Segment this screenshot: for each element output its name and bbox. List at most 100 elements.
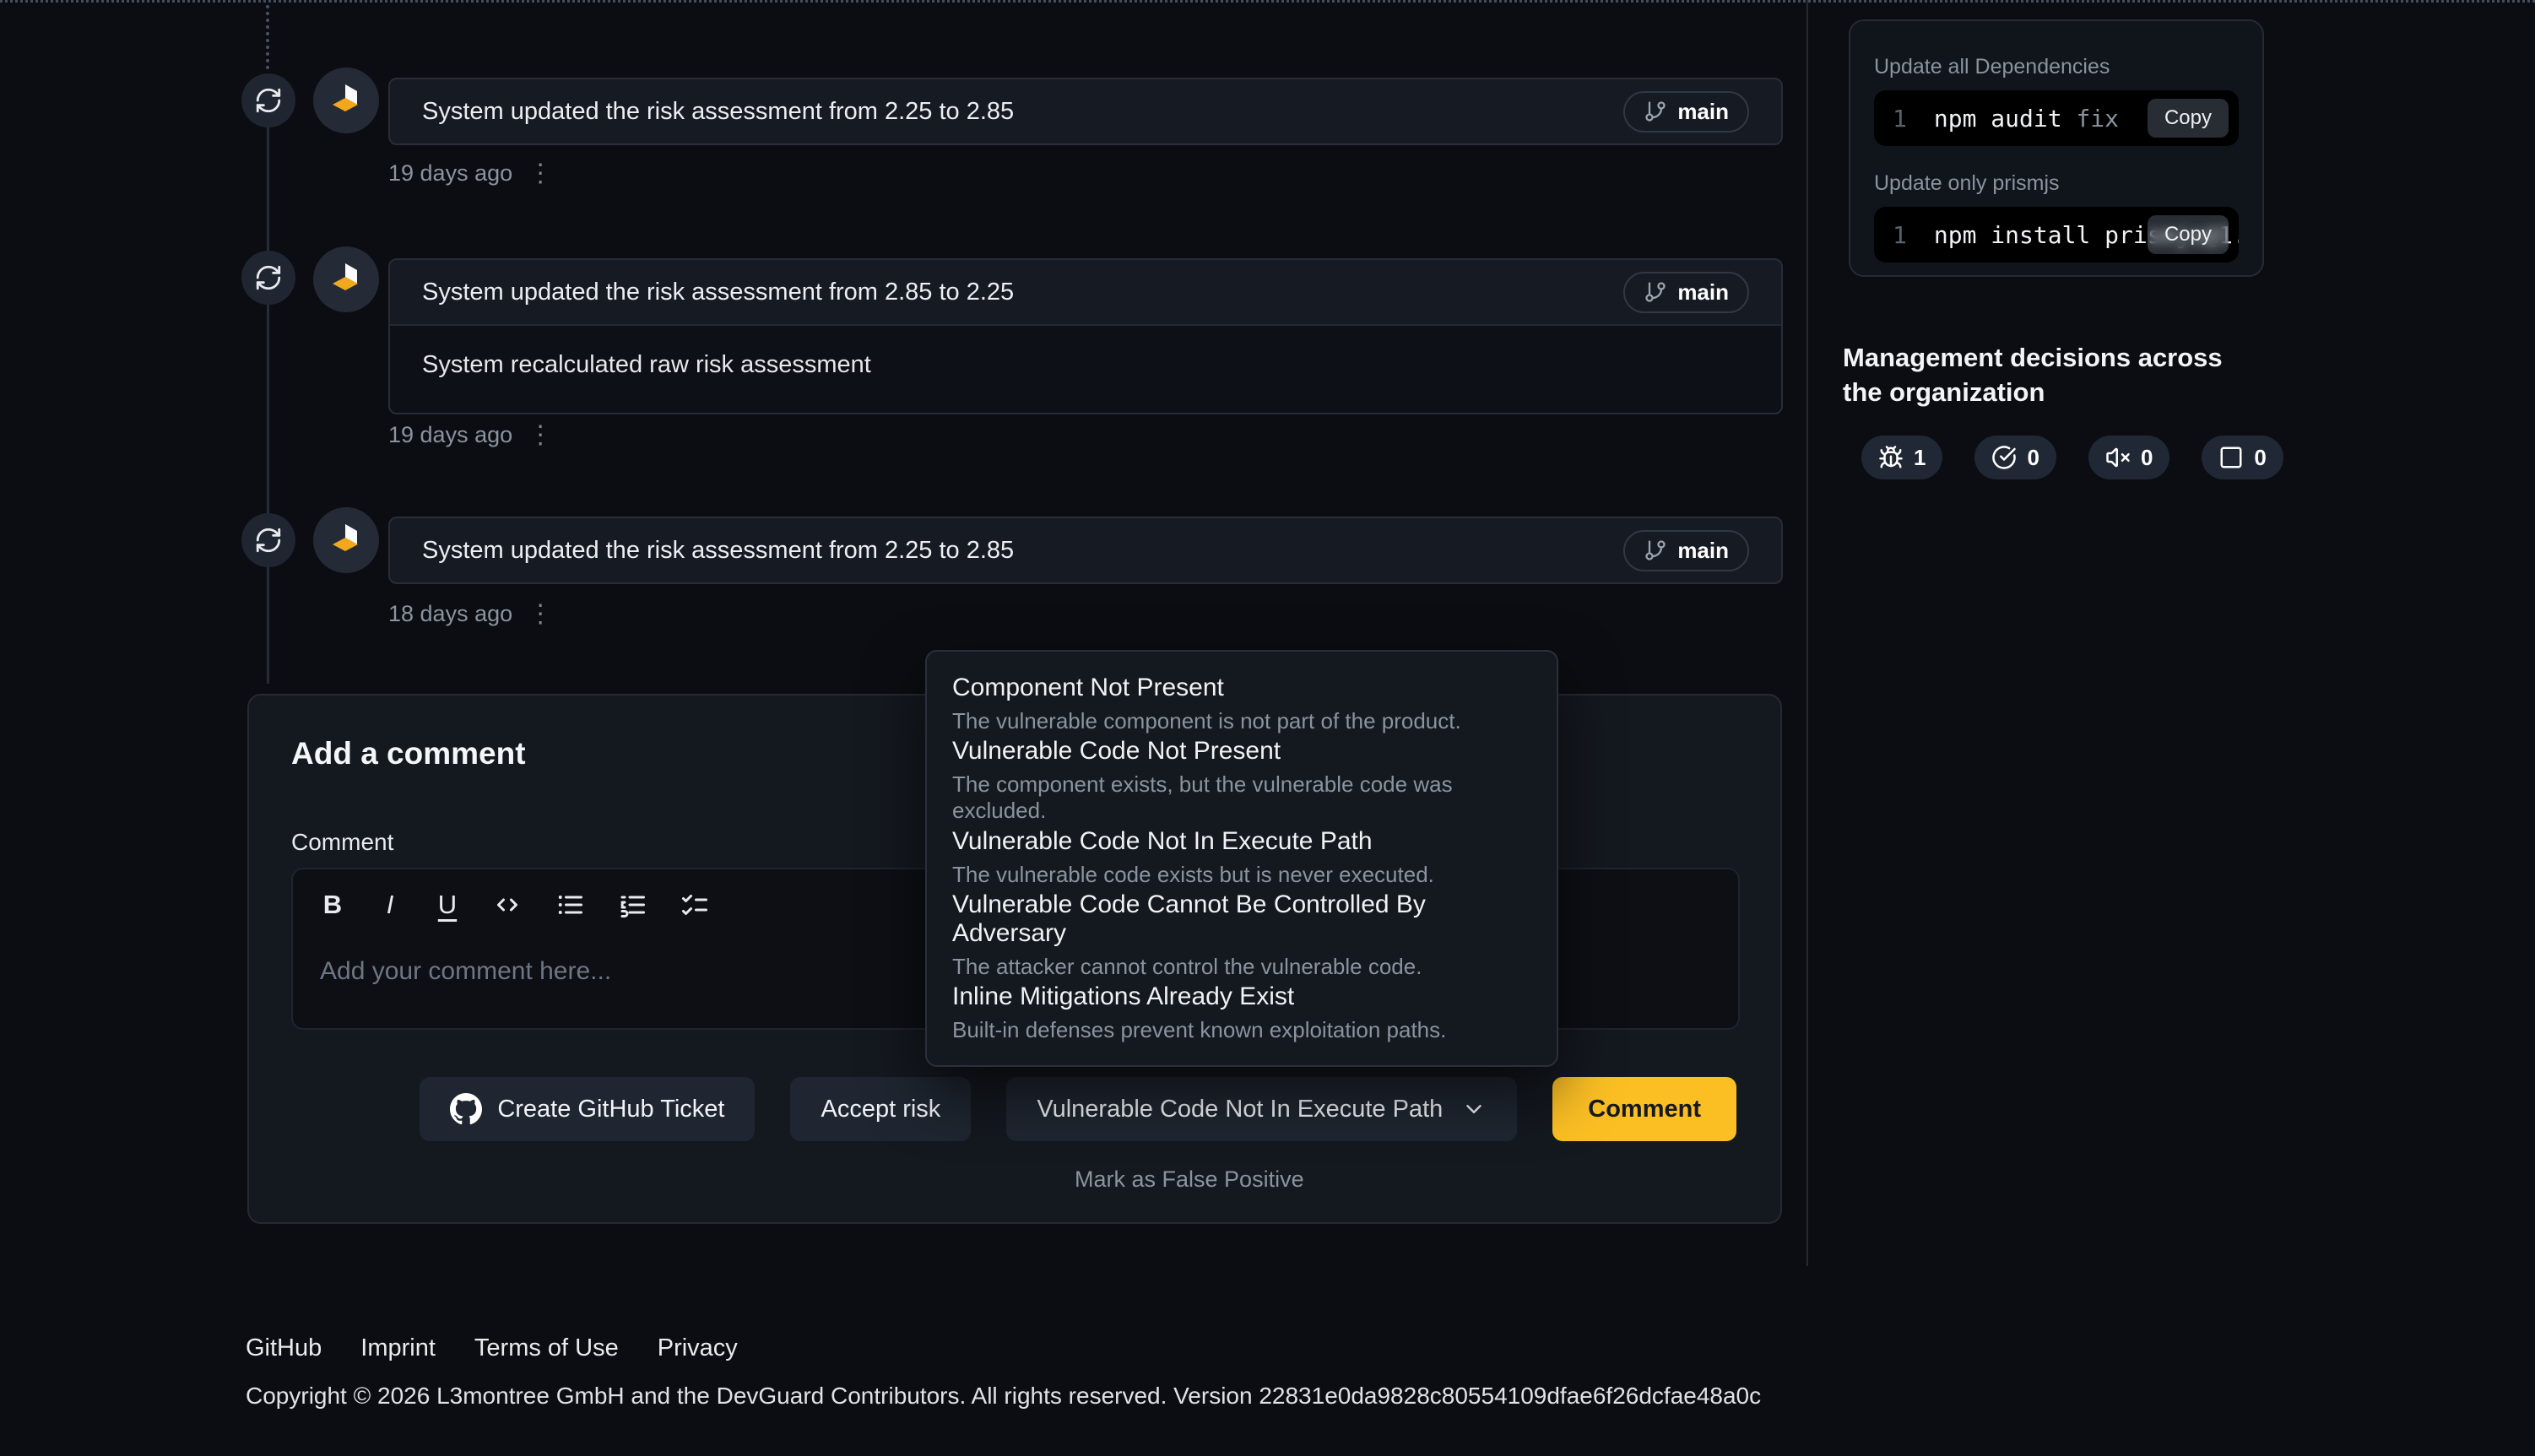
devguard-logo-icon [326,259,366,300]
dropdown-option-title: Vulnerable Code Not Present [952,737,1531,766]
git-branch-icon [1644,100,1667,123]
dropdown-option-description: The vulnerable component is not part of … [952,708,1531,734]
update-one-label: Update only prismjs [1874,171,2239,196]
refresh-icon [254,86,283,115]
event-title: System updated the risk assessment from … [422,279,1014,306]
bold-icon[interactable]: B [320,890,345,920]
code-line-number: 1 [1893,221,1907,249]
footer-links: GitHub Imprint Terms of Use Privacy [246,1334,738,1362]
avatar [313,246,379,312]
branch-name: main [1677,99,1729,125]
code-command: npm audit [1934,105,2062,133]
code-line-number: 1 [1893,105,1907,133]
event-menu-icon[interactable]: ⋮ [528,161,553,187]
code-icon[interactable] [492,890,523,920]
copy-button[interactable]: Copy [2148,99,2229,138]
copy-button[interactable]: Copy [2148,215,2229,254]
branch-name: main [1677,279,1729,306]
comment-input-placeholder[interactable]: Add your comment here... [320,957,611,986]
copyright-text: Copyright © 2026 L3montree GmbH and the … [246,1383,1761,1410]
dropdown-option-cannot-be-controlled-by-adversary[interactable]: Vulnerable Code Cannot Be Controlled By … [952,890,1531,980]
dropdown-option-inline-mitigations-already-exist[interactable]: Inline Mitigations Already Exist Built-i… [952,982,1531,1043]
branch-name: main [1677,538,1729,564]
justification-select[interactable]: Vulnerable Code Not In Execute Path [1006,1077,1517,1141]
mark-false-positive-link[interactable]: Mark as False Positive [1075,1166,1304,1193]
event-body-text: System recalculated raw risk assessment [390,324,1781,413]
git-branch-icon [1644,280,1667,304]
timeline-event: System updated the risk assessment from … [388,258,1783,414]
code-block-update-all: 1 npm audit fix Copy [1874,90,2239,146]
event-menu-icon[interactable]: ⋮ [528,602,553,627]
refresh-icon [254,526,283,555]
management-decisions-heading: Management decisions across the organiza… [1843,340,2248,409]
event-type-icon-wrap [241,251,295,305]
accepted-count-badge: 0 [1974,436,2056,479]
check-circle-icon [1991,445,2017,470]
dropdown-option-component-not-present[interactable]: Component Not Present The vulnerable com… [952,674,1531,734]
dropdown-option-title: Vulnerable Code Not In Execute Path [952,827,1531,856]
bug-icon [1878,445,1904,470]
event-type-icon-wrap [241,73,295,127]
muted-count-badge: 0 [2088,436,2169,479]
avatar [313,68,379,133]
branch-badge: main [1623,91,1749,133]
dependency-update-panel: Update all Dependencies 1 npm audit fix … [1849,19,2264,277]
underline-icon[interactable]: U [435,890,460,920]
devguard-logo-icon [326,520,366,560]
event-menu-icon[interactable]: ⋮ [528,423,553,448]
event-timestamp-row: 19 days ago ⋮ [388,160,553,187]
event-type-icon-wrap [241,513,295,567]
justification-dropdown-menu: Component Not Present The vulnerable com… [925,650,1558,1067]
square-icon [2218,445,2244,470]
timeline-event: System updated the risk assessment from … [388,78,1783,145]
dropdown-option-vulnerable-code-not-in-execute-path[interactable]: Vulnerable Code Not In Execute Path The … [952,827,1531,888]
comment-field-label: Comment [291,829,393,856]
dropdown-option-description: Built-in defenses prevent known exploita… [952,1017,1531,1043]
timeline-event: System updated the risk assessment from … [388,517,1783,584]
badge-count: 0 [2141,445,2153,471]
add-comment-title: Add a comment [291,736,526,771]
timeline-dotted-connector [266,5,269,69]
comment-submit-button[interactable]: Comment [1552,1077,1736,1141]
timestamp-text: 19 days ago [388,422,512,448]
justification-selected-value: Vulnerable Code Not In Execute Path [1037,1096,1443,1123]
volume-off-icon [2105,445,2131,470]
dropdown-option-description: The component exists, but the vulnerable… [952,771,1531,824]
footer-link-terms[interactable]: Terms of Use [474,1334,619,1362]
italic-icon[interactable]: I [377,890,403,920]
accept-risk-label: Accept risk [821,1096,940,1123]
footer-link-github[interactable]: GitHub [246,1334,322,1362]
create-github-ticket-label: Create GitHub Ticket [497,1096,724,1123]
update-all-label: Update all Dependencies [1874,55,2239,79]
event-timestamp-row: 18 days ago ⋮ [388,601,553,627]
event-title: System updated the risk assessment from … [422,537,1014,565]
dropdown-option-title: Inline Mitigations Already Exist [952,982,1531,1011]
comment-actions-row: Create GitHub Ticket Accept risk Vulnera… [420,1077,1736,1141]
check-list-icon[interactable] [680,890,710,920]
footer-link-privacy[interactable]: Privacy [658,1334,738,1362]
timestamp-text: 18 days ago [388,601,512,627]
branch-badge: main [1623,272,1749,313]
refresh-icon [254,263,283,292]
bullet-list-icon[interactable] [555,890,585,920]
bug-count-badge: 1 [1861,436,1942,479]
badge-count: 1 [1914,445,1926,471]
open-count-badge: 0 [2202,436,2283,479]
github-icon [450,1093,482,1125]
badge-count: 0 [2027,445,2039,471]
dropdown-option-description: The attacker cannot control the vulnerab… [952,954,1531,980]
code-block-update-one: 1 npm install prismjs@1. Copy [1874,207,2239,263]
management-decision-badges: 1 0 0 0 [1861,436,2283,479]
avatar [313,507,379,573]
chevron-down-icon [1461,1096,1487,1122]
footer-link-imprint[interactable]: Imprint [360,1334,436,1362]
dropdown-option-title: Vulnerable Code Cannot Be Controlled By … [952,890,1531,948]
timeline-connector [267,74,269,684]
dropdown-option-vulnerable-code-not-present[interactable]: Vulnerable Code Not Present The componen… [952,737,1531,824]
ordered-list-icon[interactable] [617,890,647,920]
dropdown-option-title: Component Not Present [952,674,1531,702]
comment-submit-label: Comment [1588,1096,1701,1123]
create-github-ticket-button[interactable]: Create GitHub Ticket [420,1077,755,1141]
accept-risk-button[interactable]: Accept risk [790,1077,971,1141]
git-branch-icon [1644,539,1667,562]
